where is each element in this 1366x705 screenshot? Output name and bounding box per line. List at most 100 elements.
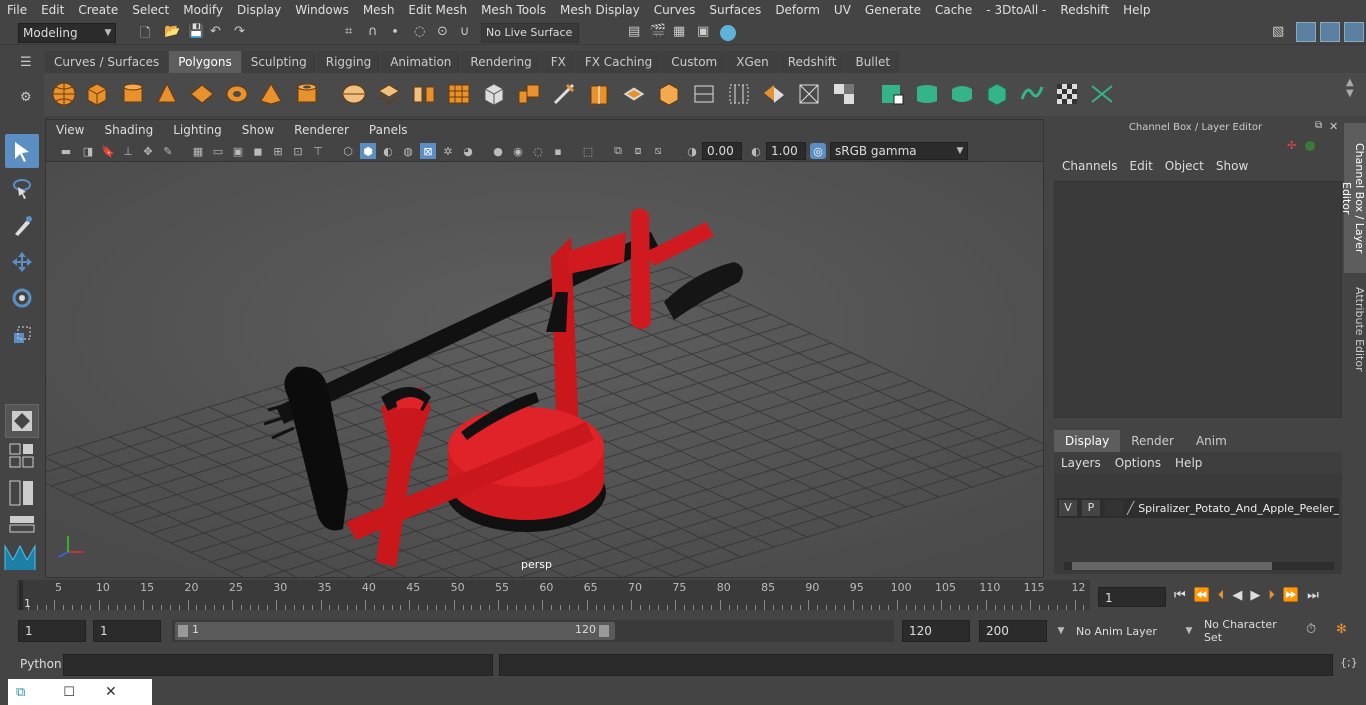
menu-create[interactable]: Create — [71, 0, 125, 20]
render-view-icon[interactable]: ▣ — [697, 24, 709, 39]
depth-of-field-icon[interactable]: ▪ — [550, 143, 566, 159]
crease-icon[interactable] — [724, 79, 754, 109]
shelf-tab-bullet[interactable]: Bullet — [846, 51, 901, 73]
layer-row[interactable]: V P ╱ Spiralizer_Potato_And_Apple_Peeler… — [1057, 498, 1339, 518]
combine-icon[interactable] — [339, 79, 369, 109]
menu-surfaces[interactable]: Surfaces — [702, 0, 768, 20]
insert-edge-loop-icon[interactable] — [584, 79, 614, 109]
motion-blur-icon[interactable]: ◉ — [510, 143, 526, 159]
go-to-start-icon[interactable]: ⏮ — [1174, 588, 1186, 603]
textures-icon[interactable]: ⧅ — [650, 143, 666, 159]
layout-single-icon[interactable] — [5, 404, 39, 438]
mirror-icon[interactable] — [759, 79, 789, 109]
bridge-icon[interactable] — [479, 79, 509, 109]
next-key-icon[interactable]: ⏵ — [1268, 588, 1275, 603]
scene-start-field[interactable]: 1 — [18, 620, 86, 642]
poly-cube-icon[interactable] — [82, 79, 112, 109]
layer-visibility-toggle[interactable]: V — [1059, 500, 1077, 516]
exposure-icon[interactable]: ◑ — [684, 143, 700, 159]
default-material-icon[interactable]: ◐ — [380, 143, 396, 159]
step-back-key-icon[interactable]: ⏪ — [1194, 588, 1210, 603]
script-language-label[interactable]: Python — [20, 657, 62, 671]
float-panel-icon[interactable]: ⧉ — [1315, 120, 1322, 131]
layout-stack-icon[interactable] — [5, 514, 39, 534]
offset-loop-icon[interactable] — [619, 79, 649, 109]
shelf-tab-fx[interactable]: FX — [541, 51, 576, 73]
camera-attr-icon[interactable]: ◨ — [80, 143, 96, 159]
xray-components-icon[interactable]: ⧈ — [630, 143, 646, 159]
color-management-icon[interactable]: ◎ — [810, 143, 826, 159]
planar-map-icon[interactable] — [912, 79, 942, 109]
safe-action-icon[interactable]: ⊡ — [290, 143, 306, 159]
viewport-menu-lighting[interactable]: Lighting — [163, 123, 232, 137]
wireframe-on-shaded-icon[interactable]: ◍ — [400, 143, 416, 159]
auto-key-icon[interactable]: ⏱ — [1306, 622, 1316, 637]
tab-channel-box[interactable]: Channel Box / Layer Editor — [1340, 123, 1366, 273]
menu-edit-mesh[interactable]: Edit Mesh — [401, 0, 474, 20]
select-tool-icon[interactable] — [5, 134, 39, 168]
step-forward-key-icon[interactable]: ⏩ — [1283, 588, 1299, 603]
ambient-occlusion-icon[interactable]: ● — [490, 143, 506, 159]
layout-four-icon[interactable] — [5, 441, 39, 471]
tab-display[interactable]: Display — [1054, 430, 1121, 452]
scene-view[interactable] — [46, 162, 1043, 577]
checker-icon[interactable] — [1052, 79, 1082, 109]
xray-joints-icon[interactable]: ⧉ — [610, 143, 626, 159]
poly-torus-icon[interactable] — [222, 79, 252, 109]
channel-menu-object[interactable]: Object — [1159, 159, 1210, 173]
play-backward-icon[interactable]: ◀ — [1232, 588, 1242, 603]
menu-help[interactable]: Help — [1116, 0, 1157, 20]
attribute-toggle-icon[interactable] — [1320, 22, 1340, 42]
mode-dropdown[interactable]: Modeling ▼ — [18, 23, 116, 43]
tab-render[interactable]: Render — [1120, 430, 1185, 452]
menu-file[interactable]: File — [0, 0, 34, 20]
anti-alias-icon[interactable]: ◌ — [530, 143, 546, 159]
snap-grid-icon[interactable]: ⌗ — [345, 24, 352, 39]
target-weld-icon[interactable] — [689, 79, 719, 109]
viewport-menu-renderer[interactable]: Renderer — [284, 123, 359, 137]
snap-magnet-icon[interactable]: ∪ — [460, 24, 470, 39]
tab-anim[interactable]: Anim — [1184, 430, 1238, 452]
range-slider[interactable]: 1 120 — [172, 620, 894, 642]
gamma-icon[interactable]: ◐ — [748, 143, 764, 159]
playback-end-field[interactable]: 120 — [902, 620, 970, 642]
color-space-dropdown[interactable]: sRGB gamma ▼ — [830, 142, 968, 160]
tab-attribute-editor[interactable]: Attribute Editor — [1344, 279, 1366, 379]
close-window-icon[interactable]: ✕ — [105, 684, 117, 700]
snap-point-icon[interactable]: ∙ — [391, 24, 399, 39]
spherical-map-icon[interactable] — [982, 79, 1012, 109]
auto-seams-icon[interactable] — [1017, 79, 1047, 109]
scene-end-field[interactable]: 200 — [979, 620, 1047, 642]
snap-curve-icon[interactable]: ∩ — [368, 24, 378, 39]
film-gate-icon[interactable]: ▭ — [210, 143, 226, 159]
snap-view-icon[interactable]: ◌ — [414, 24, 425, 39]
cylindrical-map-icon[interactable] — [947, 79, 977, 109]
isolate-select-icon[interactable]: ⬚ — [580, 143, 596, 159]
uv-editor-icon[interactable] — [877, 79, 907, 109]
bookmark-icon[interactable]: 🔖 — [100, 143, 116, 159]
save-scene-icon[interactable]: 💾 — [188, 24, 204, 39]
prev-key-icon[interactable]: ⏴ — [1218, 588, 1225, 603]
manipulator-icon[interactable]: ✣ — [1287, 139, 1296, 152]
render-frame-icon[interactable]: 🎬 — [650, 24, 666, 39]
extract-icon[interactable] — [409, 79, 439, 109]
poly-pipe-icon[interactable] — [292, 79, 322, 109]
shelf-tab-custom[interactable]: Custom — [662, 51, 728, 73]
range-slider-handle[interactable]: 1 120 — [175, 622, 615, 640]
poly-cylinder-icon[interactable] — [118, 79, 148, 109]
shelf-tab-polygons[interactable]: Polygons — [169, 51, 242, 73]
layer-type-toggle[interactable] — [1104, 500, 1123, 516]
menu-mesh-display[interactable]: Mesh Display — [553, 0, 647, 20]
channel-menu-edit[interactable]: Edit — [1124, 159, 1159, 173]
menu-curves[interactable]: Curves — [647, 0, 703, 20]
channelbox-toggle-icon[interactable] — [1344, 22, 1364, 42]
2d-pan-icon[interactable]: ✥ — [140, 143, 156, 159]
select-camera-icon[interactable]: ▬ — [58, 143, 74, 159]
range-start-grip[interactable] — [178, 625, 188, 637]
redo-icon[interactable]: ↷ — [234, 24, 245, 39]
open-scene-icon[interactable]: 📂 — [164, 24, 180, 39]
channel-menu-show[interactable]: Show — [1210, 159, 1254, 173]
ipr-render-icon[interactable]: ▦ — [673, 24, 685, 39]
fill-hole-icon[interactable] — [794, 79, 824, 109]
viewport-menu-show[interactable]: Show — [232, 123, 284, 137]
